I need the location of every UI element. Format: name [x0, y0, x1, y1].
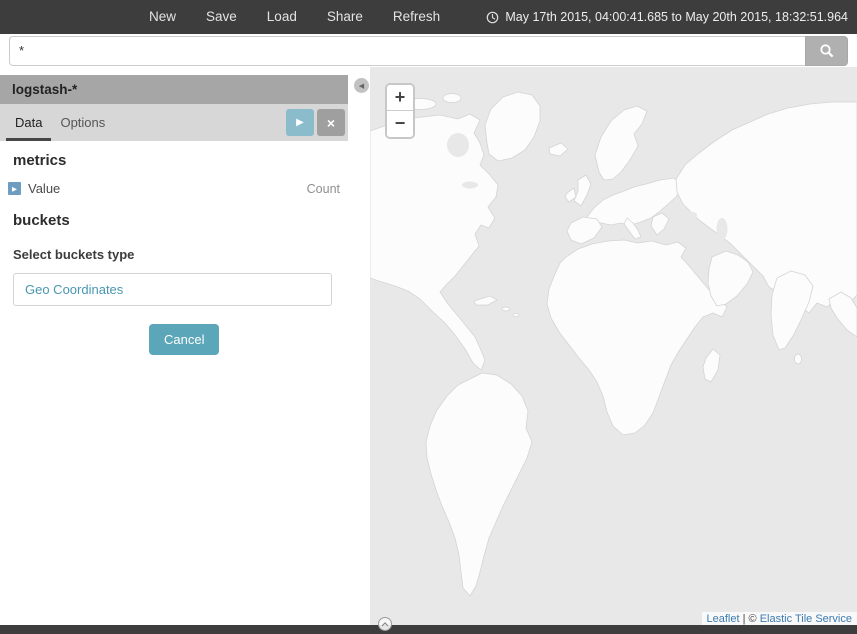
top-navbar: New Save Load Share Refresh May 17th 201…: [0, 0, 857, 34]
search-button[interactable]: [805, 36, 848, 66]
scroll-to-top-button[interactable]: [378, 617, 392, 631]
query-input[interactable]: [9, 36, 805, 66]
query-bar: [0, 34, 857, 67]
play-icon: ▶: [296, 117, 304, 128]
buckets-heading: buckets: [13, 212, 340, 229]
nav-new[interactable]: New: [134, 0, 191, 34]
metric-row-value[interactable]: ▶ Value Count: [8, 181, 340, 196]
chevron-up-icon: [381, 622, 389, 627]
world-map: [370, 67, 857, 634]
zoom-out-button[interactable]: −: [387, 111, 413, 137]
time-picker[interactable]: May 17th 2015, 04:00:41.685 to May 20th …: [486, 10, 848, 24]
nav-refresh[interactable]: Refresh: [378, 0, 455, 34]
expand-caret-icon: ▶: [8, 182, 21, 195]
attribution-separator: | ©: [740, 613, 760, 625]
main-menu: New Save Load Share Refresh: [134, 0, 455, 34]
tile-map[interactable]: + − Leaflet | © Elastic Tile Service: [370, 67, 857, 634]
main-content: logstash-* Data Options ▶ × metrics ▶ Va…: [0, 67, 857, 634]
bucket-type-option-geo-coordinates[interactable]: Geo Coordinates: [13, 273, 332, 306]
metric-agg-type: Count: [307, 182, 340, 196]
elastic-tile-service-link[interactable]: Elastic Tile Service: [760, 613, 852, 625]
sidebar-collapse-button[interactable]: ◀: [354, 78, 369, 93]
map-attribution: Leaflet | © Elastic Tile Service: [702, 612, 857, 626]
tab-data[interactable]: Data: [6, 104, 51, 141]
select-buckets-type-label: Select buckets type: [13, 247, 340, 262]
discard-changes-button[interactable]: ×: [317, 109, 345, 136]
index-pattern-title: logstash-*: [0, 75, 348, 104]
editor-actions: ▶ ×: [286, 109, 345, 136]
tab-options[interactable]: Options: [51, 104, 114, 141]
cancel-button[interactable]: Cancel: [149, 324, 219, 355]
nav-save[interactable]: Save: [191, 0, 252, 34]
chevron-left-icon: ◀: [359, 82, 364, 90]
zoom-in-button[interactable]: +: [387, 85, 413, 111]
metric-label: Value: [28, 181, 60, 196]
apply-changes-button[interactable]: ▶: [286, 109, 314, 136]
map-zoom-control: + −: [385, 83, 415, 139]
close-icon: ×: [327, 115, 335, 131]
agg-panel: metrics ▶ Value Count buckets Select buc…: [0, 141, 348, 355]
time-range-text: May 17th 2015, 04:00:41.685 to May 20th …: [505, 10, 848, 24]
search-icon: [819, 43, 835, 59]
nav-load[interactable]: Load: [252, 0, 312, 34]
leaflet-link[interactable]: Leaflet: [707, 613, 740, 625]
nav-share[interactable]: Share: [312, 0, 378, 34]
vis-editor-sidebar: logstash-* Data Options ▶ × metrics ▶ Va…: [0, 67, 370, 634]
editor-tabs: Data Options ▶ ×: [0, 104, 348, 141]
clock-icon: [486, 11, 499, 24]
bottom-bar: [0, 625, 857, 634]
metrics-heading: metrics: [13, 152, 340, 169]
